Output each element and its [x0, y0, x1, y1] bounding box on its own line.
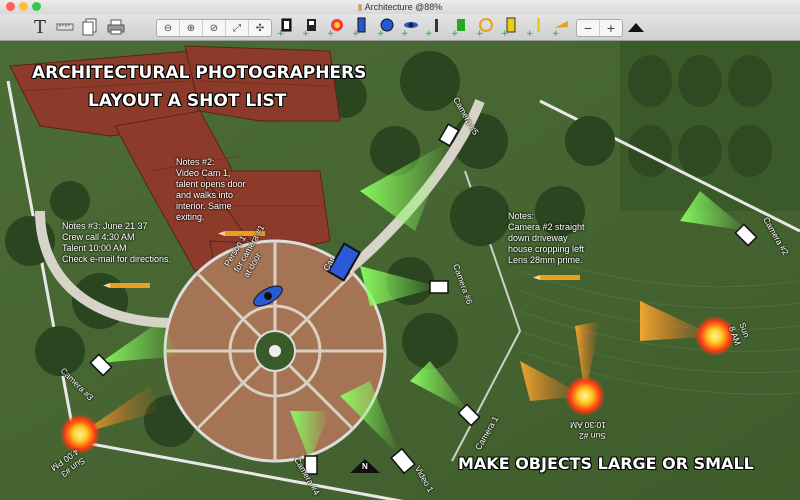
move-icon[interactable]: ✣: [249, 20, 271, 36]
zoom-fit-icon[interactable]: ⊘: [203, 20, 226, 36]
document-copy-icon[interactable]: [80, 17, 100, 37]
document-icon: ▮: [357, 2, 363, 12]
text-tool-icon[interactable]: T: [30, 17, 50, 38]
svg-text:+: +: [377, 29, 385, 37]
bar-add-icon[interactable]: +: [424, 17, 444, 37]
camera-alt-add-icon[interactable]: +: [301, 17, 321, 37]
zoom-out-icon[interactable]: ⊖: [157, 20, 180, 36]
light-add-icon[interactable]: +: [450, 17, 470, 37]
svg-text:+: +: [302, 29, 310, 37]
rotate-add-icon[interactable]: +: [475, 17, 495, 37]
svg-text:+: +: [526, 29, 534, 37]
car-add-icon[interactable]: +: [351, 17, 371, 37]
svg-text:+: +: [451, 29, 459, 37]
pencil-add-icon[interactable]: +: [551, 17, 571, 37]
svg-text:+: +: [501, 29, 509, 37]
sun-marker: [60, 414, 100, 454]
sun-2-label: Sun #2 10:30 AM: [570, 420, 606, 441]
notes-2-text[interactable]: Notes #2: Video Cam 1, talent opens door…: [176, 157, 246, 223]
svg-text:+: +: [327, 29, 335, 37]
zoom-controls: ⊖ ⊕ ⊘ ⤢ ✣: [156, 19, 272, 37]
toolbar: T ⊖ ⊕ ⊘ ⤢ ✣ + + + + + + + + + + + + − +: [0, 14, 800, 41]
layout-canvas[interactable]: ARCHITECTURAL PHOTOGRAPHERS LAYOUT A SHO…: [0, 41, 800, 500]
size-controls: − +: [576, 19, 623, 37]
expand-icon[interactable]: ⤢: [226, 20, 249, 36]
headline-1: ARCHITECTURAL PHOTOGRAPHERS: [32, 63, 367, 83]
svg-text:+: +: [476, 29, 484, 37]
svg-text:+: +: [352, 29, 360, 37]
notes-main-text[interactable]: Notes: Camera #2 straight down driveway …: [508, 211, 585, 266]
sun-add-icon[interactable]: +: [326, 17, 346, 37]
notes-3-text[interactable]: Notes #3: June 21 37 Crew call 4:30 AM T…: [62, 221, 171, 265]
window-title-text: Architecture @88%: [364, 2, 443, 12]
camera-add-icon[interactable]: +: [276, 17, 296, 37]
window-title: ▮ Architecture @88%: [0, 0, 800, 14]
svg-text:+: +: [425, 29, 433, 37]
north-marker-icon[interactable]: [626, 17, 646, 37]
sun-marker: [565, 376, 605, 416]
circle-add-icon[interactable]: +: [376, 17, 396, 37]
increase-size-button[interactable]: +: [600, 20, 622, 36]
panel-add-icon[interactable]: +: [500, 17, 520, 37]
headline-2: LAYOUT A SHOT LIST: [88, 91, 287, 111]
zoom-in-icon[interactable]: ⊕: [180, 20, 203, 36]
north-label: N: [362, 462, 368, 471]
svg-text:+: +: [401, 29, 409, 37]
print-icon[interactable]: [106, 17, 126, 37]
svg-text:+: +: [277, 29, 285, 37]
person-add-icon[interactable]: +: [400, 17, 420, 37]
ruler-icon[interactable]: [55, 17, 75, 37]
line-add-icon[interactable]: +: [525, 17, 545, 37]
footer-headline: MAKE OBJECTS LARGE OR SMALL: [458, 454, 754, 473]
window-titlebar: ▮ Architecture @88%: [0, 0, 800, 15]
svg-text:+: +: [552, 29, 560, 37]
decrease-size-button[interactable]: −: [577, 20, 600, 36]
